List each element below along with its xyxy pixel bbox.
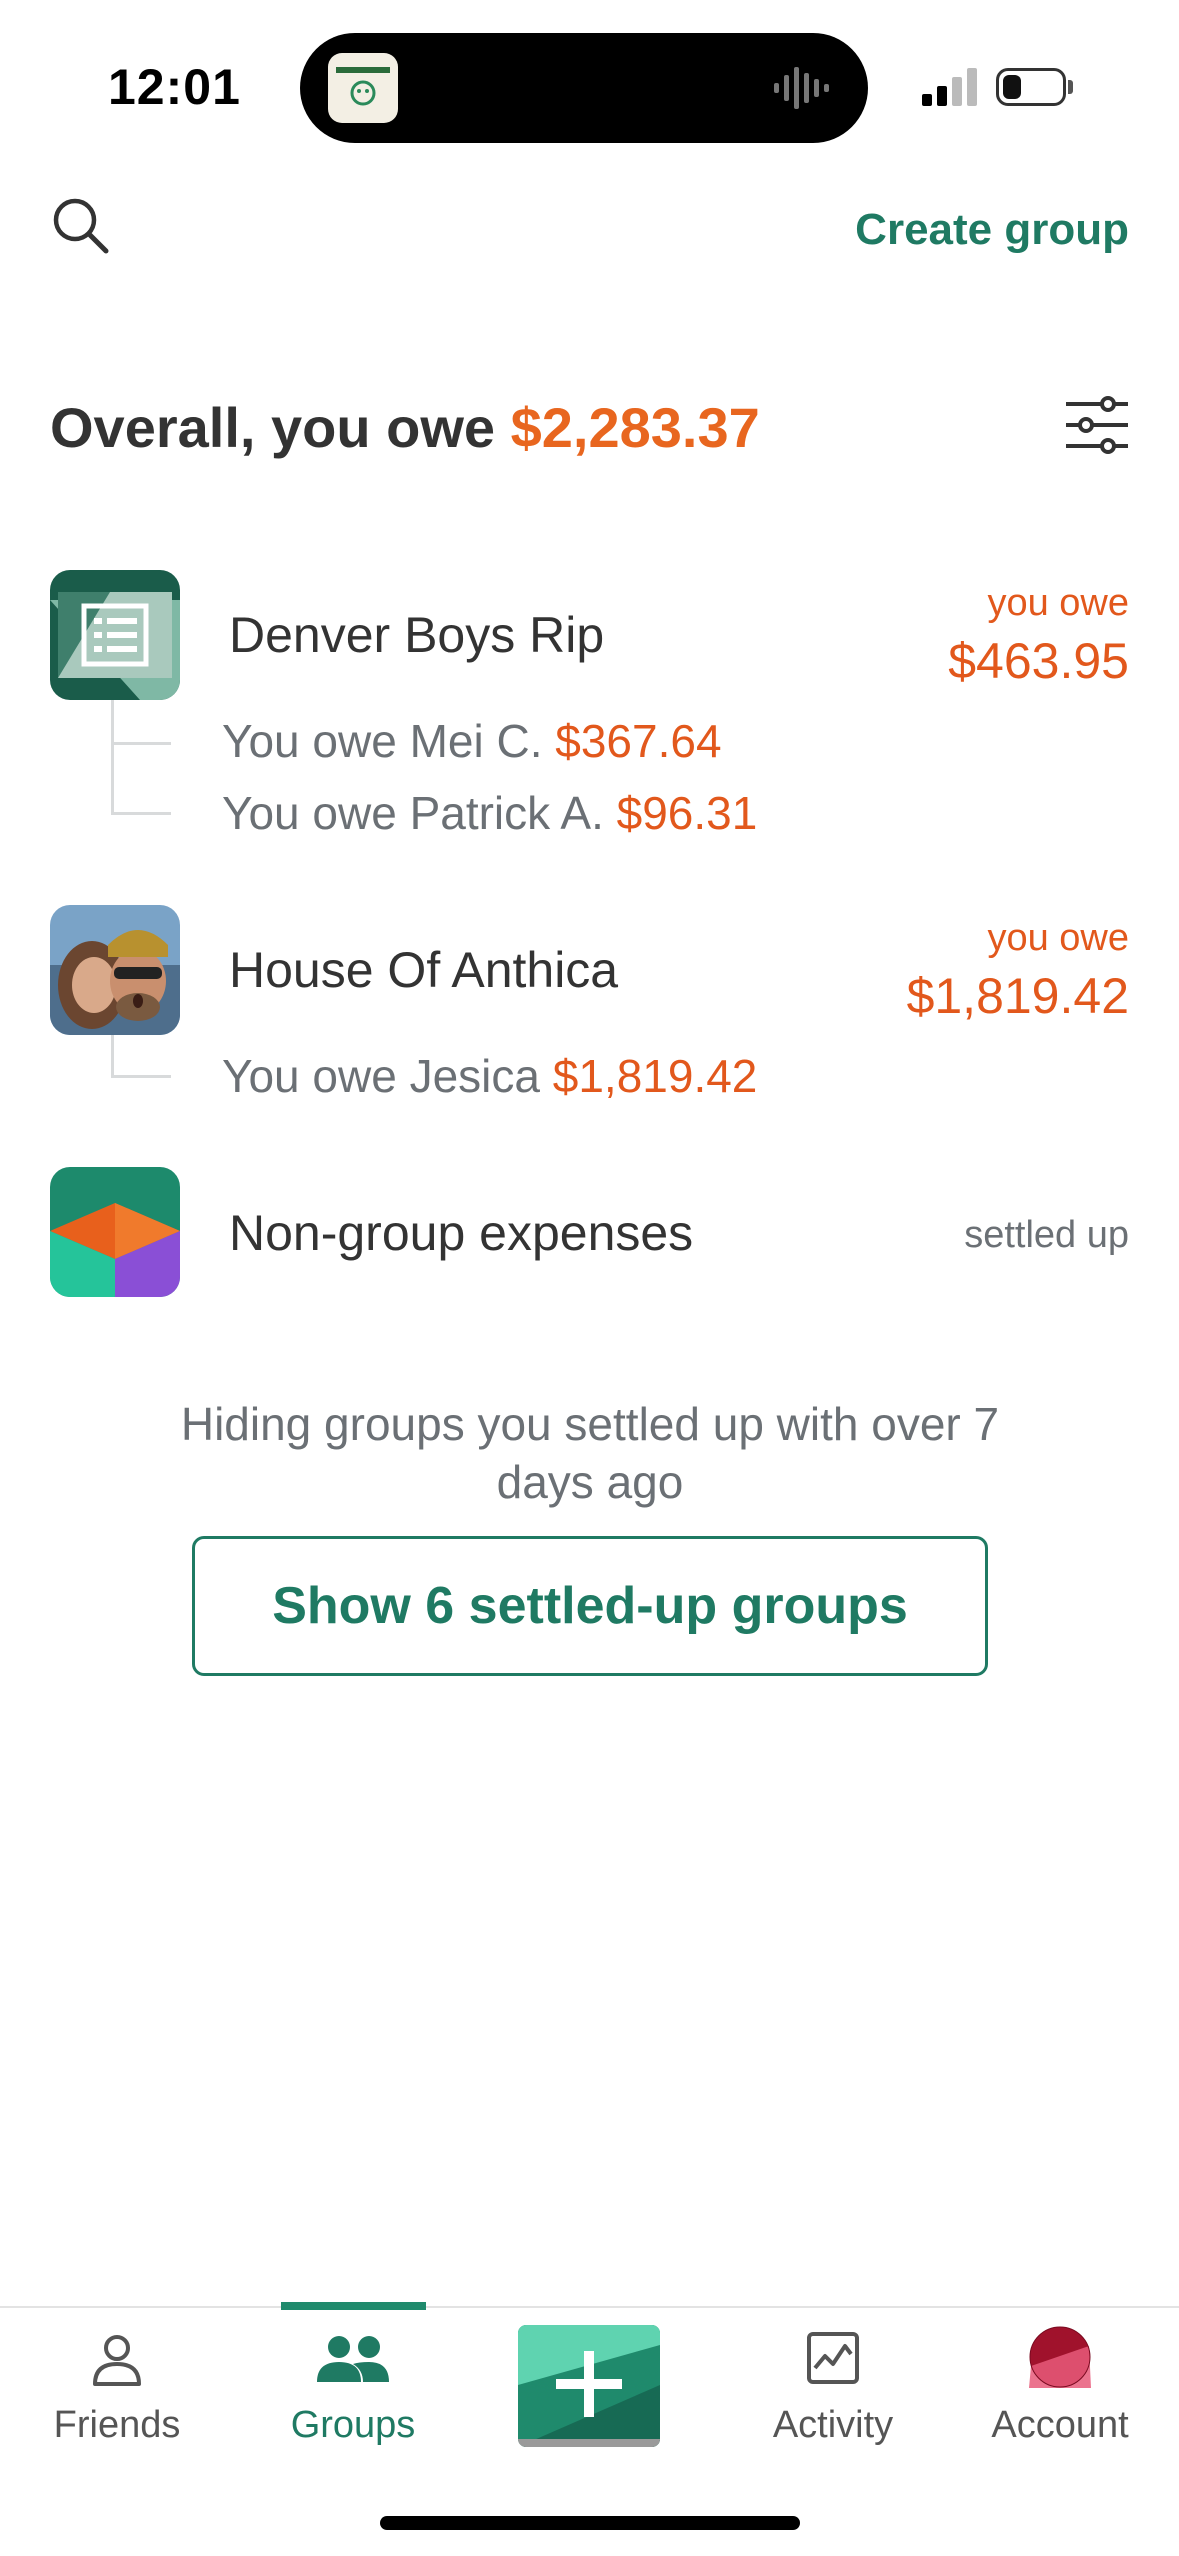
battery-icon [996, 68, 1066, 106]
add-expense-button[interactable] [518, 2325, 660, 2447]
group-name: Non-group expenses [229, 1205, 694, 1261]
tab-label: Activity [772, 2404, 894, 2446]
group-row-house-of-anthica[interactable]: House Of Anthica you owe $1,819.42 [0, 895, 1179, 1045]
tab-bar-divider [0, 2306, 1179, 2308]
tab-label: Friends [53, 2404, 181, 2446]
group-name: Denver Boys Rip [229, 607, 605, 663]
tree-connector [111, 700, 114, 815]
settled-status: settled up [964, 1214, 1129, 1256]
non-group-avatar [50, 1167, 180, 1297]
cell-signal-icon [922, 68, 982, 111]
hiding-notice: Hiding groups you settled up with over 7… [180, 1398, 1000, 1508]
debt-line: You owe Jesica $1,819.42 [222, 1050, 758, 1102]
group-balance: $463.95 [948, 633, 1129, 689]
group-balance: $1,819.42 [906, 968, 1129, 1024]
tab-activity[interactable]: Activity [733, 2320, 933, 2470]
group-row-non-group-expenses[interactable]: Non-group expenses settled up [0, 1158, 1179, 1308]
group-row-denver-boys-rip[interactable]: Denver Boys Rip you owe $463.95 [0, 560, 1179, 710]
home-indicator [380, 2516, 800, 2530]
audio-wave-icon [772, 63, 832, 118]
tab-label: Groups [290, 2404, 416, 2446]
tab-account[interactable]: Account [960, 2320, 1160, 2470]
group-avatar [50, 570, 180, 700]
search-icon[interactable] [50, 195, 112, 262]
group-photo [50, 905, 180, 1035]
debt-line: You owe Patrick A. $96.31 [222, 787, 758, 839]
overall-balance: Overall, you owe $2,283.37 [50, 395, 760, 460]
group-name: House Of Anthica [229, 942, 619, 998]
person-icon [87, 2330, 147, 2395]
dynamic-island [300, 33, 868, 143]
filter-sliders-icon[interactable] [1064, 396, 1130, 459]
tab-label: Account [991, 2404, 1129, 2446]
owe-status-label: you owe [987, 582, 1129, 624]
active-tab-indicator [281, 2302, 426, 2310]
overall-amount: $2,283.37 [510, 396, 760, 459]
avatar [1029, 2326, 1091, 2393]
create-group-button[interactable]: Create group [855, 205, 1129, 255]
overall-label: Overall, you owe [50, 396, 496, 459]
status-time: 12:01 [108, 59, 241, 115]
tree-connector [111, 1035, 114, 1077]
group-icon [313, 2332, 393, 2393]
show-settled-groups-button[interactable]: Show 6 settled-up groups [192, 1536, 988, 1676]
activity-chart-icon [805, 2330, 861, 2391]
app-icon [328, 53, 398, 123]
tab-friends[interactable]: Friends [17, 2320, 217, 2470]
owe-status-label: you owe [987, 917, 1129, 959]
tab-groups[interactable]: Groups [253, 2320, 453, 2470]
debt-line: You owe Mei C. $367.64 [222, 715, 722, 767]
